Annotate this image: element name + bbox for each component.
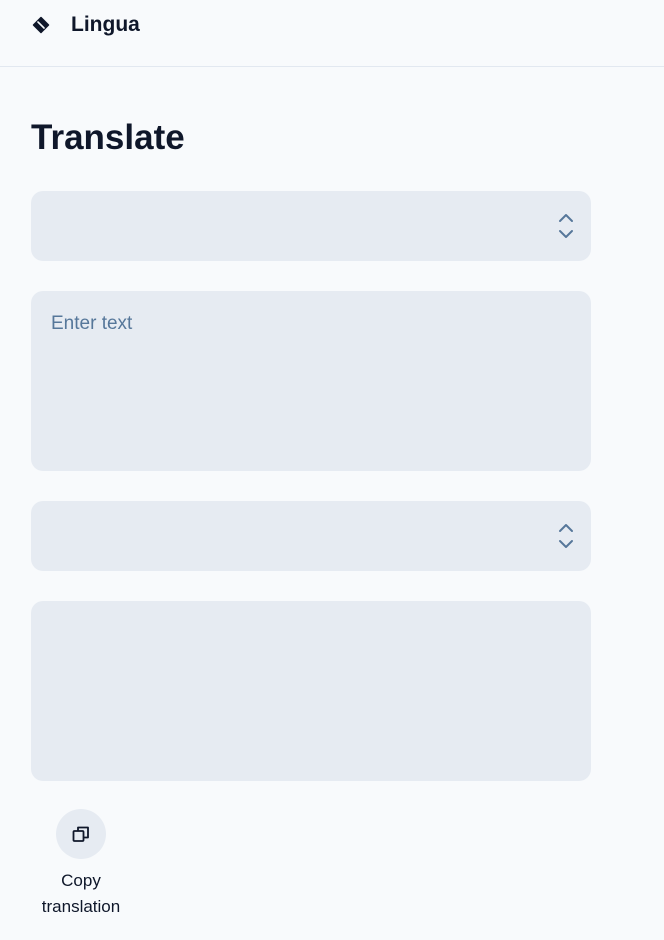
target-language-select[interactable]: [31, 501, 591, 571]
copy-translation-button[interactable]: [56, 809, 106, 859]
copy-translation-label[interactable]: Copy translation: [20, 868, 142, 920]
translation-output: [31, 601, 591, 781]
source-language-select[interactable]: [31, 191, 591, 261]
chevron-up-down-icon: [557, 212, 575, 240]
source-text-container: [31, 291, 591, 471]
page-title: Translate: [31, 118, 185, 157]
app-name[interactable]: Lingua: [71, 11, 140, 39]
copy-icon: [71, 824, 91, 844]
app-header: Lingua: [0, 0, 664, 67]
source-text-input[interactable]: [31, 291, 591, 471]
chevron-up-down-icon: [557, 522, 575, 550]
tag-icon: [32, 16, 50, 34]
